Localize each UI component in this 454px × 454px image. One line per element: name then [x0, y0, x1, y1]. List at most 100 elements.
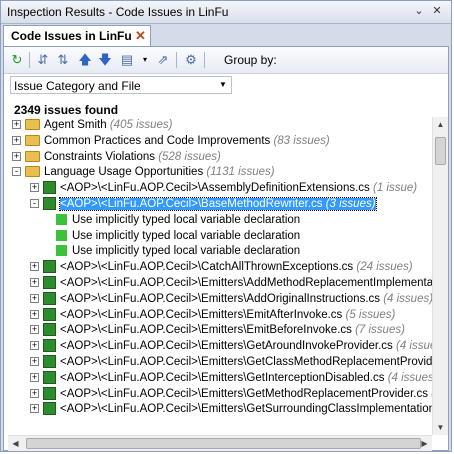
expand-icon[interactable]: +	[12, 120, 21, 130]
down-arrow-icon[interactable]: 🡇	[96, 51, 114, 69]
csharp-file-icon	[43, 308, 56, 322]
tree-row-text: Common Practices and Code Improvements (…	[44, 135, 330, 147]
tree-category-row[interactable]: + Constraints Violations (528 issues)	[12, 149, 221, 165]
csharp-file-icon	[43, 292, 56, 306]
tree-category-row[interactable]: + Common Practices and Code Improvements …	[12, 133, 330, 149]
expand-icon[interactable]: +	[12, 136, 21, 146]
expand-icon[interactable]: +	[30, 404, 39, 414]
refresh-icon[interactable]: ↻	[8, 51, 26, 69]
issue-count: (5 issues)	[342, 309, 396, 321]
window-title: Inspection Results - Code Issues in LinF…	[7, 5, 229, 19]
tree-issue-row[interactable]: Use implicitly typed local variable decl…	[56, 228, 300, 244]
tree-row-label: <AOP>\<LinFu.AOP.Cecil>\AssemblyDefiniti…	[60, 182, 370, 194]
tree-file-row[interactable]: + <AOP>\<LinFu.AOP.Cecil>\Emitters\GetSur…	[30, 401, 432, 417]
suggestion-icon	[56, 245, 67, 257]
expand-icon[interactable]: +	[30, 310, 39, 320]
expand-icon[interactable]: +	[30, 294, 39, 304]
folder-icon	[25, 135, 40, 147]
tree-file-row[interactable]: - <AOP>\<LinFu.AOP.Cecil>\BaseMethodRewri…	[30, 196, 377, 212]
toolbar-separator	[29, 52, 30, 68]
scroll-up-icon[interactable]: ▲	[433, 117, 448, 132]
tab-strip: Code Issues in LinFu ✕	[1, 24, 451, 46]
folder-icon	[25, 119, 40, 131]
tree-category-row[interactable]: - Language Usage Opportunities (1131 issu…	[12, 164, 275, 180]
tree-row-label: <AOP>\<LinFu.AOP.Cecil>\Emitters\GetClas…	[60, 356, 432, 368]
collapse-all-icon[interactable]: ⇅	[54, 51, 72, 69]
csharp-file-icon	[43, 355, 56, 369]
csharp-file-icon	[43, 387, 56, 401]
horizontal-scrollbar[interactable]: ◀ ▶	[8, 435, 432, 451]
tree-row-text: <AOP>\<LinFu.AOP.Cecil>\Emitters\GetSurr…	[60, 403, 432, 415]
tree-file-row[interactable]: + <AOP>\<LinFu.AOP.Cecil>\Emitters\EmitAf…	[30, 307, 395, 323]
tree-file-row[interactable]: + <AOP>\<LinFu.AOP.Cecil>\CatchAllThrownE…	[30, 259, 413, 275]
expand-all-icon[interactable]: ⇵	[34, 51, 52, 69]
issue-count: (4 issues)	[380, 293, 432, 305]
collapse-icon[interactable]: -	[30, 199, 39, 209]
expand-icon[interactable]: +	[30, 357, 39, 367]
tree-row-text: <AOP>\<LinFu.AOP.Cecil>\Emitters\GetInte…	[60, 372, 432, 384]
pin-icon[interactable]: ⌄	[412, 5, 426, 18]
tree-file-row[interactable]: + <AOP>\<LinFu.AOP.Cecil>\Emitters\AddOri…	[30, 291, 432, 307]
issue-count: (405 issues)	[106, 119, 173, 131]
tree-file-row[interactable]: + <AOP>\<LinFu.AOP.Cecil>\Emitters\EmitBe…	[30, 322, 405, 338]
filter-dropdown-icon[interactable]: ▾	[136, 51, 154, 69]
tree-row-label: <AOP>\<LinFu.AOP.Cecil>\Emitters\AddMeth…	[60, 277, 432, 289]
vertical-scrollbar[interactable]: ▲ ▼	[432, 117, 448, 435]
export-icon[interactable]: ⇗	[154, 51, 172, 69]
expand-icon[interactable]: +	[30, 341, 39, 351]
tree-row-label: <AOP>\<LinFu.AOP.Cecil>\Emitters\AddOrig…	[60, 293, 381, 305]
tab-close-icon[interactable]: ✕	[135, 28, 146, 44]
tree-file-row[interactable]: + <AOP>\<LinFu.AOP.Cecil>\Emitters\GetMet…	[30, 386, 432, 402]
csharp-file-icon	[43, 197, 56, 211]
tab-code-issues[interactable]: Code Issues in LinFu ✕	[3, 25, 151, 46]
close-icon[interactable]: ✕	[430, 5, 444, 18]
horizontal-scroll-thumb[interactable]	[26, 438, 421, 449]
tree-row-text: <AOP>\<LinFu.AOP.Cecil>\AssemblyDefiniti…	[60, 182, 417, 194]
csharp-file-icon	[43, 323, 56, 337]
tree-issue-row[interactable]: Use implicitly typed local variable decl…	[56, 212, 300, 228]
issue-count: (528 issues)	[155, 151, 221, 163]
tree-row-text: Constraints Violations (528 issues)	[44, 151, 221, 163]
tree-file-row[interactable]: + <AOP>\<LinFu.AOP.Cecil>\Emitters\GetInt…	[30, 370, 432, 386]
tree-row-text: Use implicitly typed local variable decl…	[72, 214, 300, 226]
expand-icon[interactable]: +	[30, 262, 39, 272]
inspection-results-window: Inspection Results - Code Issues in LinF…	[0, 0, 452, 452]
filter-icon[interactable]: ▤	[118, 51, 136, 69]
expand-icon[interactable]: +	[30, 389, 39, 399]
tree-row-text: <AOP>\<LinFu.AOP.Cecil>\Emitters\GetArou…	[60, 340, 432, 352]
expand-icon[interactable]: +	[30, 325, 39, 335]
issue-count: (4 issues)	[396, 340, 432, 352]
tree-file-row[interactable]: + <AOP>\<LinFu.AOP.Cecil>\Emitters\GetCla…	[30, 354, 432, 370]
toolbar-separator	[204, 52, 205, 68]
scroll-right-icon[interactable]: ▶	[417, 436, 432, 451]
csharp-file-icon	[43, 371, 56, 385]
chevron-down-icon[interactable]: ▼	[219, 80, 227, 89]
tree-row-text: <AOP>\<LinFu.AOP.Cecil>\Emitters\AddMeth…	[60, 277, 432, 289]
tree-row-label: Common Practices and Code Improvements	[44, 135, 271, 147]
scroll-left-icon[interactable]: ◀	[8, 436, 23, 451]
issues-tree: + Agent Smith (405 issues) + Common Practic…	[8, 117, 432, 435]
settings-icon[interactable]: ⚙	[182, 51, 200, 69]
tree-file-row[interactable]: + <AOP>\<LinFu.AOP.Cecil>\Emitters\AddMet…	[30, 275, 432, 291]
up-arrow-icon[interactable]: 🡅	[76, 51, 94, 69]
tree-issue-row[interactable]: Use implicitly typed local variable decl…	[56, 243, 300, 259]
window-titlebar[interactable]: Inspection Results - Code Issues in LinF…	[1, 1, 451, 24]
expand-icon[interactable]: +	[30, 278, 39, 288]
results-panel: ↻ ⇵ ⇅ 🡅 🡇 ▤ ▾ ⇗ ⚙ Group by: Issue Catego…	[3, 46, 449, 451]
tree-row-text: Language Usage Opportunities (1131 issue…	[44, 166, 275, 178]
collapse-icon[interactable]: -	[12, 167, 21, 177]
grouping-select[interactable]: Issue Category and File ▼	[10, 76, 232, 94]
csharp-file-icon	[43, 181, 56, 195]
tree-file-row[interactable]: + <AOP>\<LinFu.AOP.Cecil>\Emitters\GetAro…	[30, 338, 432, 354]
tree-row-label: <AOP>\<LinFu.AOP.Cecil>\Emitters\GetSurr…	[60, 403, 432, 415]
issue-count: (83 issues)	[270, 135, 330, 147]
expand-icon[interactable]: +	[30, 373, 39, 383]
tree-row-label: <AOP>\<LinFu.AOP.Cecil>\Emitters\GetInte…	[60, 372, 385, 384]
expand-icon[interactable]: +	[12, 152, 21, 162]
vertical-scroll-thumb[interactable]	[435, 137, 446, 165]
scroll-down-icon[interactable]: ▼	[433, 420, 448, 435]
tree-row-label: Use implicitly typed local variable decl…	[72, 245, 301, 257]
tree-file-row[interactable]: + <AOP>\<LinFu.AOP.Cecil>\AssemblyDefinit…	[30, 180, 417, 196]
tree-category-row[interactable]: + Agent Smith (405 issues)	[12, 117, 173, 133]
expand-icon[interactable]: +	[30, 183, 39, 193]
